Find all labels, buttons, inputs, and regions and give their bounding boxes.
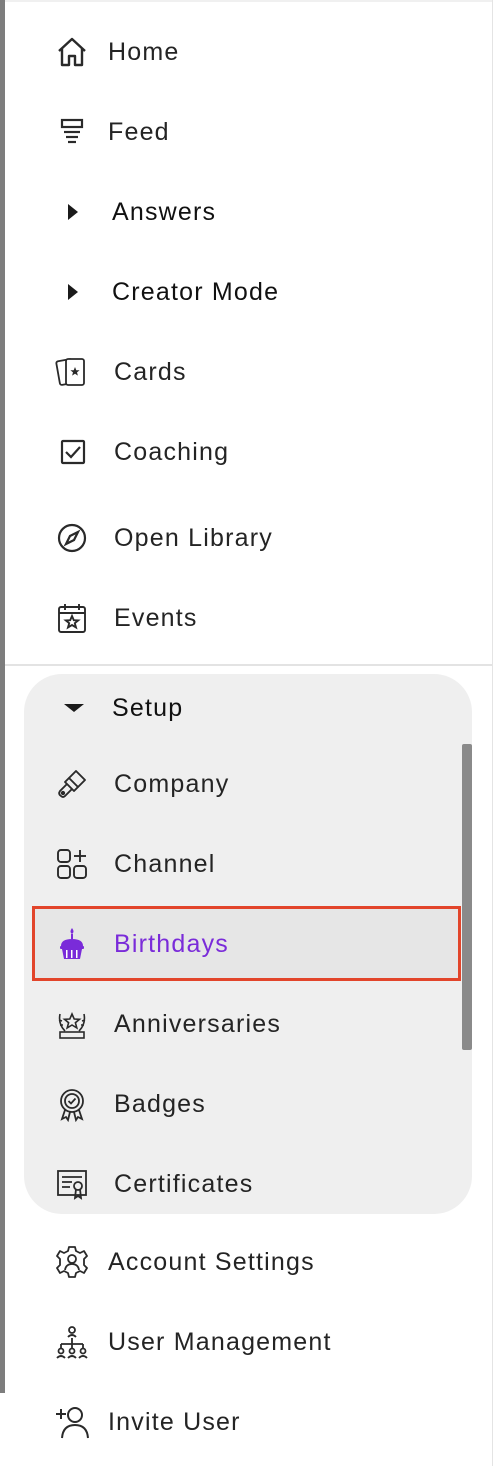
- nav-item-label: Invite User: [108, 1407, 241, 1436]
- nav-item-label: Open Library: [114, 523, 273, 552]
- setup-item-company[interactable]: Company: [40, 754, 460, 814]
- nav-item-label: Cards: [114, 357, 187, 386]
- setup-item-label: Certificates: [114, 1169, 254, 1198]
- cards-icon: [40, 352, 114, 392]
- gear-user-icon: [40, 1242, 108, 1282]
- nav-item-cards[interactable]: Cards: [40, 342, 460, 402]
- setup-item-label: Channel: [114, 849, 216, 878]
- sidebar-top-border: [5, 0, 492, 2]
- nav-item-label: Events: [114, 603, 198, 632]
- nav-item-label: Home: [108, 37, 180, 66]
- nav-item-user-management[interactable]: User Management: [40, 1312, 460, 1372]
- nav-item-invite-user[interactable]: Invite User: [40, 1392, 460, 1452]
- nav-item-label: Feed: [108, 117, 170, 146]
- add-user-icon: [40, 1402, 108, 1442]
- setup-item-anniversaries[interactable]: Anniversaries: [40, 994, 460, 1054]
- compass-icon: [40, 518, 114, 558]
- section-divider: [5, 664, 492, 666]
- paintbrush-icon: [40, 764, 114, 804]
- caret-down-icon: [40, 688, 112, 728]
- certificate-icon: [40, 1164, 114, 1204]
- checkbox-icon: [40, 432, 114, 472]
- nav-item-feed[interactable]: Feed: [40, 102, 460, 162]
- setup-item-label: Anniversaries: [114, 1009, 282, 1038]
- sidebar-left-border: [0, 0, 5, 1393]
- nav-item-label: Creator Mode: [112, 277, 280, 306]
- nav-item-creator-mode[interactable]: Creator Mode: [40, 262, 460, 322]
- setup-item-certificates[interactable]: Certificates: [40, 1154, 460, 1214]
- setup-label: Setup: [112, 693, 184, 722]
- nav-item-home[interactable]: Home: [40, 22, 460, 82]
- setup-item-label: Badges: [114, 1089, 206, 1118]
- sidebar-right-border: [492, 0, 493, 1466]
- setup-item-birthdays[interactable]: Birthdays: [40, 914, 460, 974]
- caret-right-icon: [40, 192, 112, 232]
- setup-toggle[interactable]: Setup: [40, 678, 460, 738]
- nav-item-open-library[interactable]: Open Library: [40, 508, 460, 568]
- nav-item-label: Account Settings: [108, 1247, 315, 1276]
- setup-item-label: Company: [114, 769, 230, 798]
- feed-icon: [40, 112, 108, 152]
- setup-item-label: Birthdays: [114, 929, 230, 958]
- nav-item-label: Answers: [112, 197, 217, 226]
- calendar-star-icon: [40, 598, 114, 638]
- badge-icon: [40, 1084, 114, 1124]
- setup-item-channel[interactable]: Channel: [40, 834, 460, 894]
- setup-scrollbar[interactable]: [462, 744, 472, 1050]
- nav-item-account-settings[interactable]: Account Settings: [40, 1232, 460, 1292]
- home-icon: [40, 32, 108, 72]
- nav-item-label: Coaching: [114, 437, 230, 466]
- nav-item-answers[interactable]: Answers: [40, 182, 460, 242]
- laurel-star-icon: [40, 1004, 114, 1044]
- nav-item-events[interactable]: Events: [40, 588, 460, 648]
- nav-item-coaching[interactable]: Coaching: [40, 422, 460, 482]
- cupcake-icon: [40, 924, 114, 964]
- org-chart-icon: [40, 1322, 108, 1362]
- setup-item-badges[interactable]: Badges: [40, 1074, 460, 1134]
- nav-item-label: User Management: [108, 1327, 332, 1356]
- caret-right-icon: [40, 272, 112, 312]
- grid-plus-icon: [40, 844, 114, 884]
